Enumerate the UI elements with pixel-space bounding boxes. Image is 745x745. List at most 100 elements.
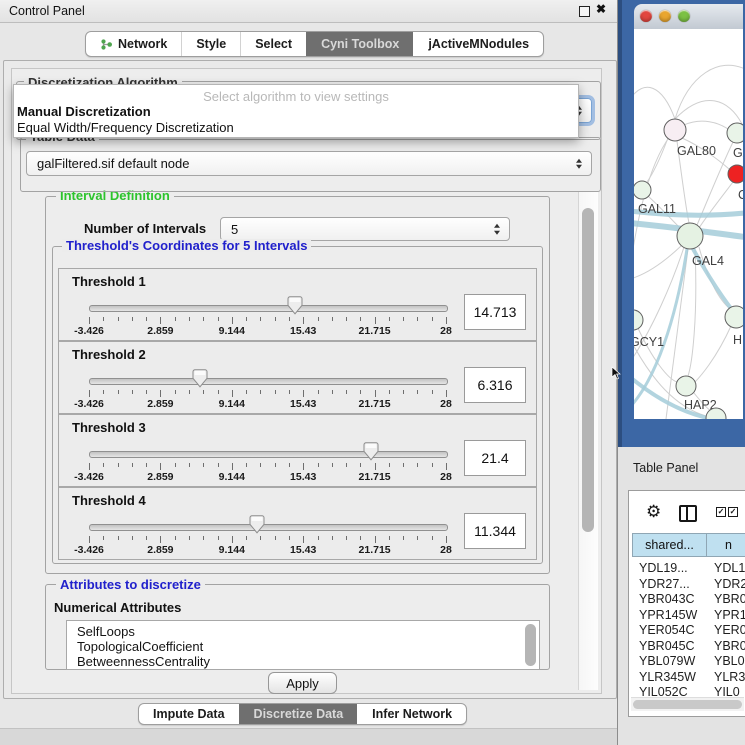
network-node[interactable] — [725, 306, 743, 328]
tick-mark — [132, 390, 133, 394]
tab-cyni-toolbox[interactable]: Cyni Toolbox — [306, 32, 413, 56]
table-data-combobox[interactable]: galFiltered.sif default node — [26, 151, 592, 176]
table-row[interactable]: YLR345W YLR3 — [629, 669, 745, 685]
list-item[interactable]: TopologicalCoefficient — [77, 639, 203, 654]
list-scrollbar-thumb[interactable] — [525, 624, 536, 666]
tick-mark — [103, 463, 104, 467]
threshold-value-field[interactable]: 21.4 — [464, 440, 526, 476]
tick-mark — [146, 390, 147, 394]
spinner-arrows-icon — [494, 224, 500, 235]
network-edge[interactable] — [634, 87, 675, 119]
table-row[interactable]: YBR043C YBR0 — [629, 591, 745, 607]
network-node[interactable] — [664, 119, 686, 141]
table-header-shared[interactable]: shared... — [632, 533, 707, 557]
table-cell-name[interactable]: YBR0 — [714, 639, 745, 653]
tick-mark — [289, 390, 290, 394]
list-item[interactable]: BetweennessCentrality — [77, 654, 210, 669]
tick-mark — [289, 463, 290, 467]
tick-mark — [346, 463, 347, 467]
column-split-icon[interactable] — [679, 505, 697, 522]
table-header-name[interactable]: n — [706, 533, 745, 557]
slider-handle[interactable] — [249, 515, 265, 534]
tick-mark — [246, 536, 247, 540]
apply-button[interactable]: Apply — [268, 672, 337, 694]
tab-network[interactable]: Network — [86, 32, 181, 56]
network-edge[interactable] — [694, 326, 731, 383]
list-item[interactable]: SelfLoops — [77, 624, 135, 639]
bottom-tab-impute-data[interactable]: Impute Data — [139, 704, 239, 724]
threshold-value-field[interactable]: 11.344 — [464, 513, 526, 549]
numerical-attributes-list[interactable]: SelfLoopsTopologicalCoefficientBetweenne… — [66, 620, 540, 670]
tick-label: 9.144 — [219, 398, 245, 410]
network-window-titlebar[interactable] — [634, 4, 743, 30]
network-edge[interactable] — [688, 249, 696, 376]
slider-track[interactable] — [89, 524, 448, 531]
table-cell-shared[interactable]: YBR043C — [639, 592, 695, 606]
slider-track[interactable] — [89, 451, 448, 458]
threshold-panel-2: Threshold 2-3.4262.8599.14415.4321.71528… — [58, 341, 537, 414]
table-hscrollbar-thumb[interactable] — [633, 700, 742, 709]
table-cell-name[interactable]: YLR3 — [714, 670, 745, 684]
tick-mark — [375, 317, 376, 324]
tick-mark — [218, 317, 219, 321]
table-row[interactable]: YDR27... YDR2 — [629, 576, 745, 592]
tab-select[interactable]: Select — [240, 32, 306, 56]
slider-handle[interactable] — [192, 369, 208, 388]
network-node[interactable] — [727, 123, 743, 143]
gear-icon[interactable]: ⚙ — [646, 502, 661, 522]
table-row[interactable]: YPR145W YPR1 — [629, 607, 745, 623]
tab-style[interactable]: Style — [181, 32, 240, 56]
threshold-value-field[interactable]: 6.316 — [464, 367, 526, 403]
network-node[interactable] — [634, 181, 651, 199]
table-cell-shared[interactable]: YDR27... — [639, 577, 690, 591]
checkbox-icon[interactable]: ✓ — [716, 507, 726, 517]
table-cell-name[interactable]: YDR2 — [714, 577, 745, 591]
tick-label: 28 — [440, 544, 452, 556]
slider-handle[interactable] — [287, 296, 303, 315]
table-cell-name[interactable]: YDL1 — [714, 561, 745, 575]
table-cell-shared[interactable]: YBR045C — [639, 639, 695, 653]
network-node[interactable] — [677, 223, 703, 249]
table-row[interactable]: YBR045C YBR0 — [629, 638, 745, 654]
table-row[interactable]: YBL079W YBL0 — [629, 653, 745, 669]
checkbox-icon[interactable]: ✓ — [728, 507, 738, 517]
threshold-label: Threshold 1 — [72, 274, 146, 289]
table-horizontal-scrollbar[interactable] — [631, 697, 744, 711]
right-panel: GAL80GACGAL11GAL4HGCY1HAP2 Table Panel ⚙… — [618, 0, 745, 745]
bottom-tab-infer-network[interactable]: Infer Network — [357, 704, 466, 724]
table-row[interactable]: YDL19... YDL1 — [629, 560, 745, 576]
network-canvas[interactable]: GAL80GACGAL11GAL4HGCY1HAP2 — [634, 29, 743, 419]
slider-handle[interactable] — [363, 442, 379, 461]
popup-option[interactable]: Manual Discretization — [14, 104, 581, 119]
popup-option[interactable]: Equal Width/Frequency Discretization — [14, 120, 581, 135]
float-window-icon[interactable] — [579, 6, 590, 17]
table-cell-name[interactable]: YBR0 — [714, 592, 745, 606]
slider-track[interactable] — [89, 378, 448, 385]
table-cell-shared[interactable]: YLR345W — [639, 670, 696, 684]
minimize-traffic-button[interactable] — [659, 10, 671, 22]
close-traffic-button[interactable] — [640, 10, 652, 22]
table-cell-name[interactable]: YPR1 — [714, 608, 745, 622]
table-cell-shared[interactable]: YPR145W — [639, 608, 697, 622]
network-node[interactable] — [728, 165, 743, 183]
network-node[interactable] — [676, 376, 696, 396]
network-edge[interactable] — [684, 121, 728, 129]
threshold-value-field[interactable]: 14.713 — [464, 294, 526, 330]
tab-jactivemnodules[interactable]: jActiveMNodules — [413, 32, 543, 56]
network-node[interactable] — [634, 310, 643, 330]
table-cell-shared[interactable]: YDL19... — [639, 561, 688, 575]
panel-vertical-scrollbar[interactable] — [578, 192, 598, 690]
zoom-traffic-button[interactable] — [678, 10, 690, 22]
table-row[interactable]: YER054C YER0 — [629, 622, 745, 638]
panel-scrollbar-thumb[interactable] — [582, 208, 594, 532]
network-edge[interactable] — [699, 182, 733, 228]
table-cell-shared[interactable]: YBL079W — [639, 654, 695, 668]
slider-track[interactable] — [89, 305, 448, 312]
network-edge[interactable] — [675, 100, 742, 124]
table-cell-shared[interactable]: YER054C — [639, 623, 695, 637]
table-cell-name[interactable]: YBL0 — [714, 654, 745, 668]
table-cell-name[interactable]: YER0 — [714, 623, 745, 637]
close-icon[interactable]: ✖ — [596, 2, 606, 16]
bottom-tab-discretize-data[interactable]: Discretize Data — [239, 704, 358, 724]
tick-mark — [403, 317, 404, 321]
